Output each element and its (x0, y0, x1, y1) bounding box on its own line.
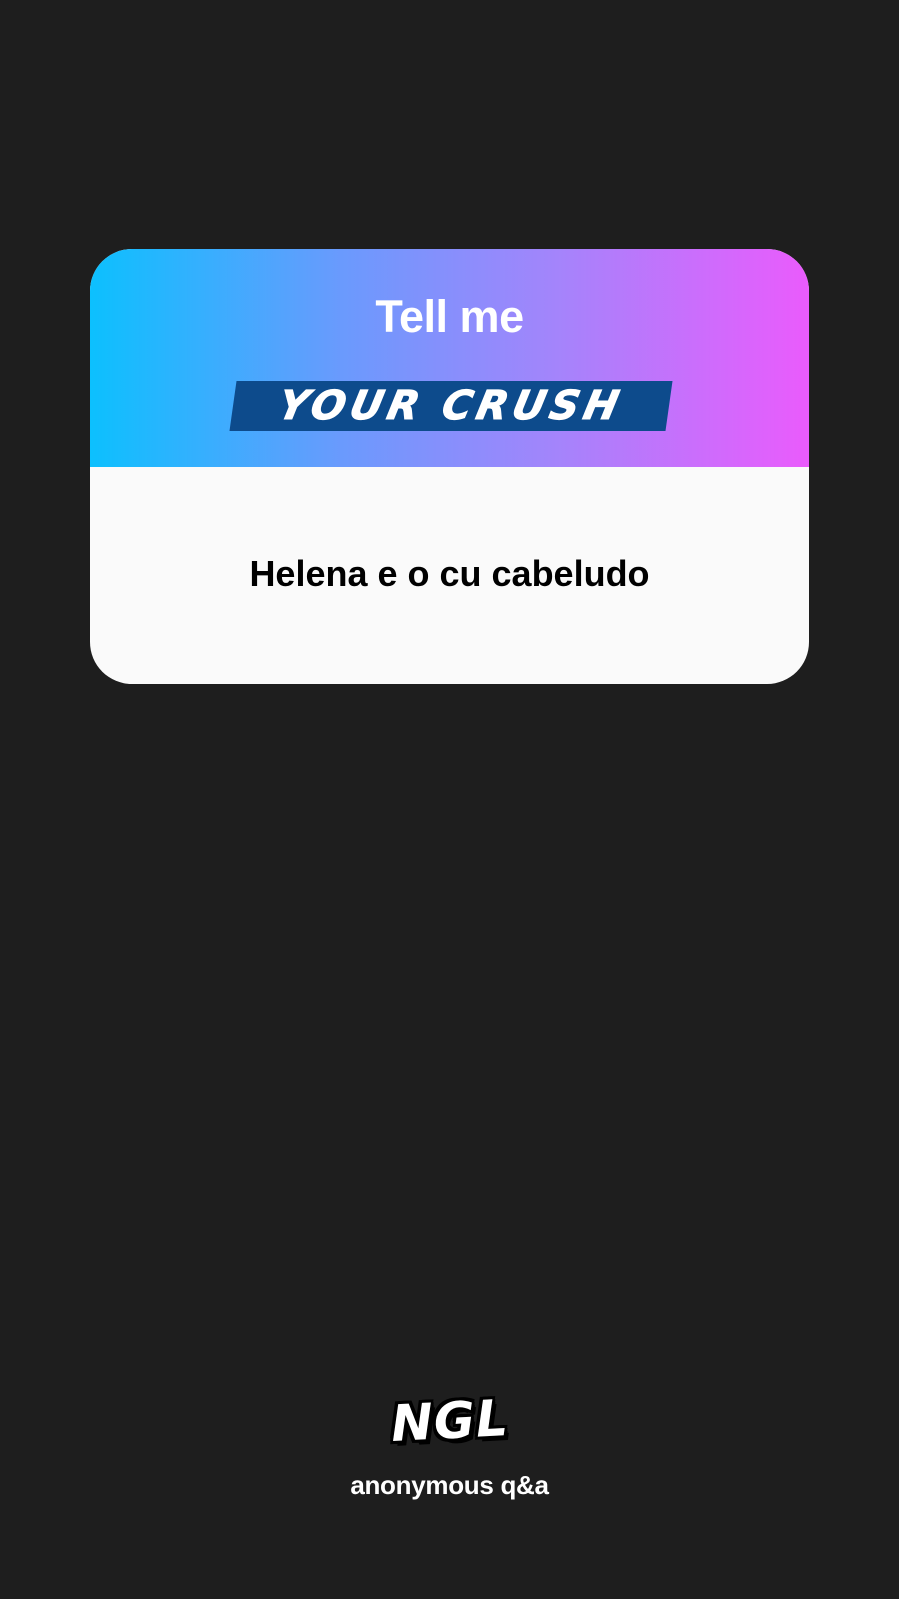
card-body: Helena e o cu cabeludo (90, 467, 809, 684)
prompt-badge-label: YOUR CRUSH (274, 383, 628, 430)
prompt-badge: YOUR CRUSH (229, 381, 673, 431)
question-card: Tell me YOUR CRUSH Helena e o cu cabelud… (90, 249, 809, 684)
prompt-title: Tell me (375, 291, 524, 342)
ngl-logo: NGL (389, 1388, 510, 1454)
answer-text: Helena e o cu cabeludo (249, 552, 650, 594)
brand-tagline: anonymous q&a (350, 1470, 549, 1500)
card-header: Tell me YOUR CRUSH (90, 249, 809, 467)
brand-footer: NGL anonymous q&a (0, 1388, 899, 1501)
